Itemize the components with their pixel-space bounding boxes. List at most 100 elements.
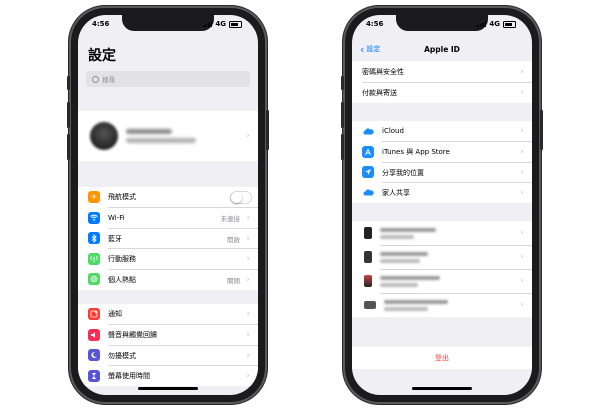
blurred-device-info	[380, 251, 428, 263]
row-value: 開啟	[227, 235, 240, 244]
settings-row-share-location[interactable]: 分享我的位置 ›	[352, 161, 532, 183]
device-row[interactable]: ›	[352, 221, 532, 245]
side-button	[266, 110, 269, 150]
bluetooth-icon	[88, 232, 100, 245]
settings-screen: 4:56 4G 設定 搜尋 › ✈ 飛航模式 Wi-Fi 未連接 › 藍牙 開啟…	[78, 15, 258, 395]
row-value: 關閉	[227, 276, 240, 285]
network-label: 4G	[489, 20, 500, 28]
airplane-mode-toggle[interactable]	[230, 190, 252, 204]
settings-row-payment-shipping[interactable]: 付款與寄送 ›	[352, 82, 532, 103]
chevron-right-icon: ›	[520, 300, 524, 310]
signal-icon	[203, 21, 213, 27]
status-bar: 4:56 4G	[78, 15, 258, 33]
screen-time-icon	[88, 369, 100, 382]
settings-row-hotspot[interactable]: 個人熱點 關閉 ›	[78, 268, 258, 290]
blurred-account-info	[126, 129, 196, 143]
app-store-icon	[362, 145, 374, 158]
home-indicator[interactable]	[138, 387, 198, 390]
notifications-group: 通知 › 聲音與觸覺回饋 › 勿擾模式 › 螢幕使用時間 ›	[78, 304, 258, 386]
settings-row-password-security[interactable]: 密碼與安全性 ›	[352, 61, 532, 82]
device-row[interactable]: ›	[352, 269, 532, 293]
settings-row-airplane-mode[interactable]: ✈ 飛航模式	[78, 187, 258, 208]
page-title: 設定	[88, 48, 116, 64]
chevron-left-icon: ‹	[360, 42, 365, 56]
row-label: 密碼與安全性	[362, 67, 404, 76]
services-group: iCloud › iTunes 與 App Store › 分享我的位置 › 家…	[352, 121, 532, 203]
chevron-right-icon: ›	[246, 254, 250, 265]
chevron-right-icon: ›	[246, 371, 250, 382]
device-row[interactable]: ›	[352, 245, 532, 269]
chevron-right-icon: ›	[246, 233, 250, 244]
network-label: 4G	[215, 20, 226, 28]
nav-title: Apple ID	[424, 44, 460, 54]
home-indicator[interactable]	[412, 387, 472, 390]
status-time: 4:56	[366, 20, 384, 28]
connectivity-group: ✈ 飛航模式 Wi-Fi 未連接 › 藍牙 開啟 › 行動服務 › 個人熱點 關…	[78, 187, 258, 290]
row-label: 螢幕使用時間	[108, 372, 150, 381]
row-label: 付款與寄送	[362, 88, 397, 97]
row-label: 飛航模式	[108, 193, 136, 202]
family-icon	[362, 186, 374, 199]
sign-out-button[interactable]: 登出	[352, 347, 532, 369]
mute-switch	[341, 76, 344, 90]
row-label: 勿擾模式	[108, 351, 136, 360]
chevron-right-icon: ›	[520, 147, 524, 158]
airplane-icon: ✈	[88, 191, 100, 204]
volume-up-button	[341, 102, 344, 128]
status-time: 4:56	[92, 20, 110, 28]
chevron-right-icon: ›	[520, 167, 524, 178]
apple-id-screen: 4:56 4G ‹ 設定 Apple ID 密碼與安全性 › 付款與寄送 › i…	[352, 15, 532, 395]
settings-row-do-not-disturb[interactable]: 勿擾模式 ›	[78, 344, 258, 366]
avatar	[90, 122, 118, 150]
row-label: 家人共享	[382, 189, 410, 198]
location-arrow-icon	[362, 166, 374, 179]
settings-row-itunes-app-store[interactable]: iTunes 與 App Store ›	[352, 141, 532, 163]
icloud-icon	[362, 125, 374, 138]
settings-row-sounds[interactable]: 聲音與觸覺回饋 ›	[78, 324, 258, 346]
volume-down-button	[67, 134, 70, 160]
settings-row-family-sharing[interactable]: 家人共享 ›	[352, 182, 532, 204]
chevron-right-icon: ›	[246, 213, 250, 224]
notifications-icon	[88, 308, 100, 321]
chevron-right-icon: ›	[246, 309, 250, 320]
navigation-bar: ‹ 設定 Apple ID	[352, 39, 532, 59]
row-label: 通知	[108, 310, 122, 319]
apple-id-profile-row[interactable]: ›	[78, 111, 258, 161]
row-label: iCloud	[382, 127, 404, 136]
chevron-right-icon: ›	[520, 252, 524, 262]
chevron-right-icon: ›	[246, 350, 250, 361]
settings-row-screen-time[interactable]: 螢幕使用時間 ›	[78, 365, 258, 387]
devices-group: › › › ›	[352, 221, 532, 317]
chevron-right-icon: ›	[520, 66, 524, 77]
volume-up-button	[67, 102, 70, 128]
wifi-icon	[88, 211, 100, 224]
account-group: 密碼與安全性 › 付款與寄送 ›	[352, 61, 532, 103]
chevron-right-icon: ›	[520, 188, 524, 199]
do-not-disturb-icon	[88, 349, 100, 362]
device-row[interactable]: ›	[352, 293, 532, 317]
settings-row-wifi[interactable]: Wi-Fi 未連接 ›	[78, 207, 258, 229]
settings-row-icloud[interactable]: iCloud ›	[352, 121, 532, 142]
battery-icon	[229, 20, 242, 28]
volume-down-button	[341, 134, 344, 160]
status-bar: 4:56 4G	[352, 15, 532, 33]
row-label: 聲音與觸覺回饋	[108, 331, 157, 340]
chevron-right-icon: ›	[520, 87, 524, 98]
back-button[interactable]: ‹ 設定	[360, 39, 380, 59]
chevron-right-icon: ›	[520, 126, 524, 137]
row-label: 分享我的位置	[382, 168, 424, 177]
signal-icon	[477, 21, 487, 27]
cellular-icon	[88, 252, 100, 265]
row-label: Wi-Fi	[108, 214, 125, 223]
row-label: 行動服務	[108, 255, 136, 264]
phone-frame-left: 4:56 4G 設定 搜尋 › ✈ 飛航模式 Wi-Fi 未連接 › 藍牙 開啟…	[67, 6, 269, 404]
search-placeholder: 搜尋	[102, 76, 115, 84]
sign-out-label: 登出	[435, 354, 449, 362]
settings-row-cellular[interactable]: 行動服務 ›	[78, 248, 258, 270]
settings-row-bluetooth[interactable]: 藍牙 開啟 ›	[78, 227, 258, 249]
blurred-device-info	[380, 227, 436, 239]
settings-row-notifications[interactable]: 通知 ›	[78, 304, 258, 325]
search-field[interactable]: 搜尋	[86, 71, 250, 87]
mute-switch	[67, 76, 70, 90]
phone-frame-right: 4:56 4G ‹ 設定 Apple ID 密碼與安全性 › 付款與寄送 › i…	[341, 6, 543, 404]
